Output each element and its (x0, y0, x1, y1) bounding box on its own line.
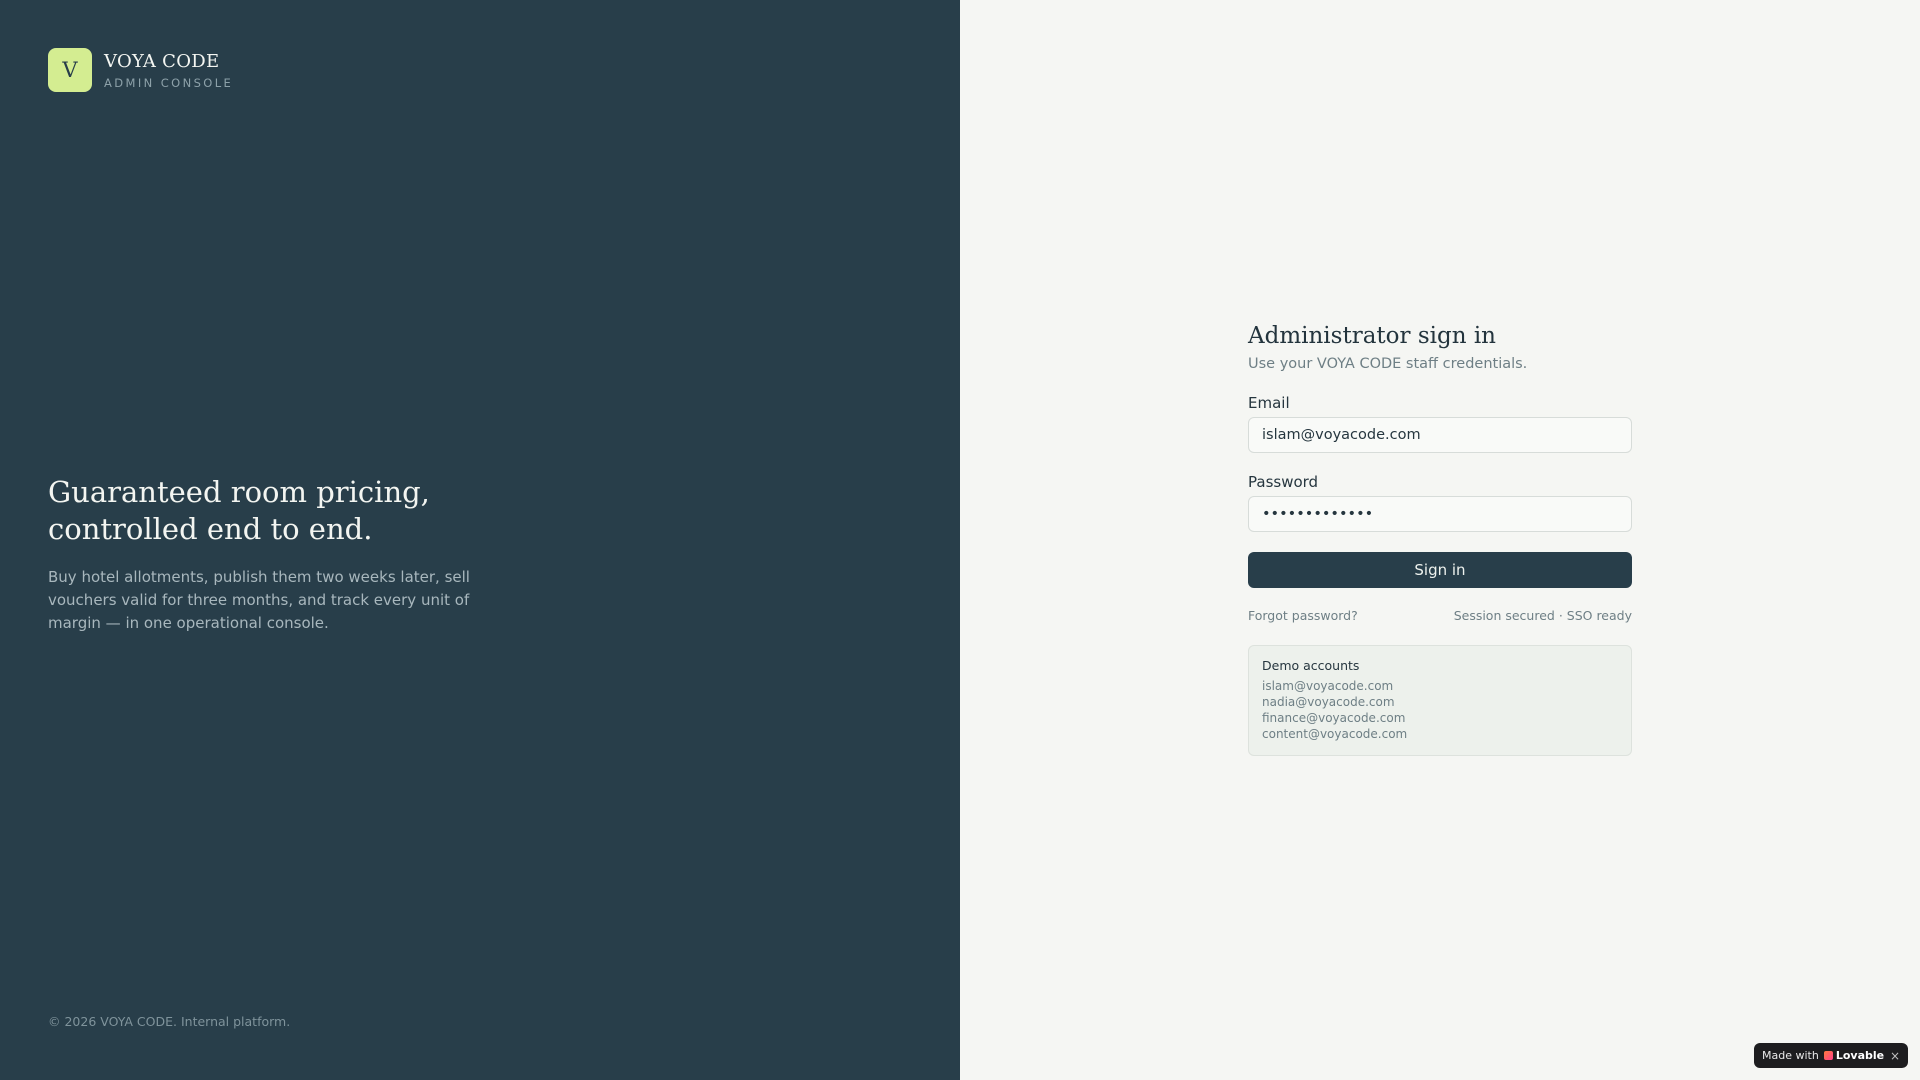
hero-title-line2: controlled end to end. (48, 512, 373, 546)
badge-made-with-text: Made with (1762, 1049, 1819, 1062)
brand-header: V VOYA CODE ADMIN CONSOLE (48, 48, 233, 92)
demo-account-item: content@voyacode.com (1262, 727, 1408, 741)
demo-account-item: islam@voyacode.com (1262, 679, 1394, 693)
demo-accounts-title: Demo accounts (1262, 658, 1360, 673)
hero: Guaranteed room pricing, controlled end … (48, 474, 498, 635)
demo-accounts-box: Demo accounts islam@voyacode.com nadia@v… (1248, 645, 1632, 756)
password-field[interactable] (1248, 496, 1632, 532)
badge-brand: Lovable (1823, 1049, 1885, 1062)
signin-panel: Administrator sign in Use your VOYA CODE… (960, 0, 1920, 1080)
email-label: Email (1248, 394, 1290, 412)
brand-name: VOYA CODE (104, 50, 220, 72)
forgot-password-link[interactable]: Forgot password? (1248, 608, 1358, 623)
sign-in-button[interactable]: Sign in (1248, 552, 1632, 588)
lovable-heart-icon (1823, 1051, 1833, 1060)
email-field[interactable] (1248, 417, 1632, 453)
hero-title-line1: Guaranteed room pricing, (48, 475, 430, 509)
password-label: Password (1248, 473, 1319, 491)
footer-copyright: © 2026 VOYA CODE. Internal platform. (48, 1014, 291, 1029)
logo-mark: V (48, 48, 92, 92)
close-icon[interactable]: × (1890, 1049, 1900, 1063)
brand-text: VOYA CODE ADMIN CONSOLE (104, 51, 233, 90)
demo-account-item: finance@voyacode.com (1262, 711, 1406, 725)
form-subtitle: Use your VOYA CODE staff credentials. (1248, 356, 1528, 372)
made-with-lovable-badge[interactable]: Made with Lovable × (1754, 1043, 1908, 1068)
badge-brand-text: Lovable (1835, 1049, 1885, 1062)
form-title: Administrator sign in (1248, 323, 1496, 349)
session-status: Session secured · SSO ready (1453, 608, 1632, 623)
form-links: Forgot password? Session secured · SSO r… (1248, 608, 1632, 623)
hero-title: Guaranteed room pricing, controlled end … (48, 474, 498, 548)
brand-subtitle: ADMIN CONSOLE (104, 75, 234, 90)
brand-panel: V VOYA CODE ADMIN CONSOLE Guaranteed roo… (0, 0, 960, 1080)
demo-account-item: nadia@voyacode.com (1262, 695, 1395, 709)
signin-form: Administrator sign in Use your VOYA CODE… (1248, 320, 1632, 756)
hero-description: Buy hotel allotments, publish them two w… (48, 568, 470, 632)
